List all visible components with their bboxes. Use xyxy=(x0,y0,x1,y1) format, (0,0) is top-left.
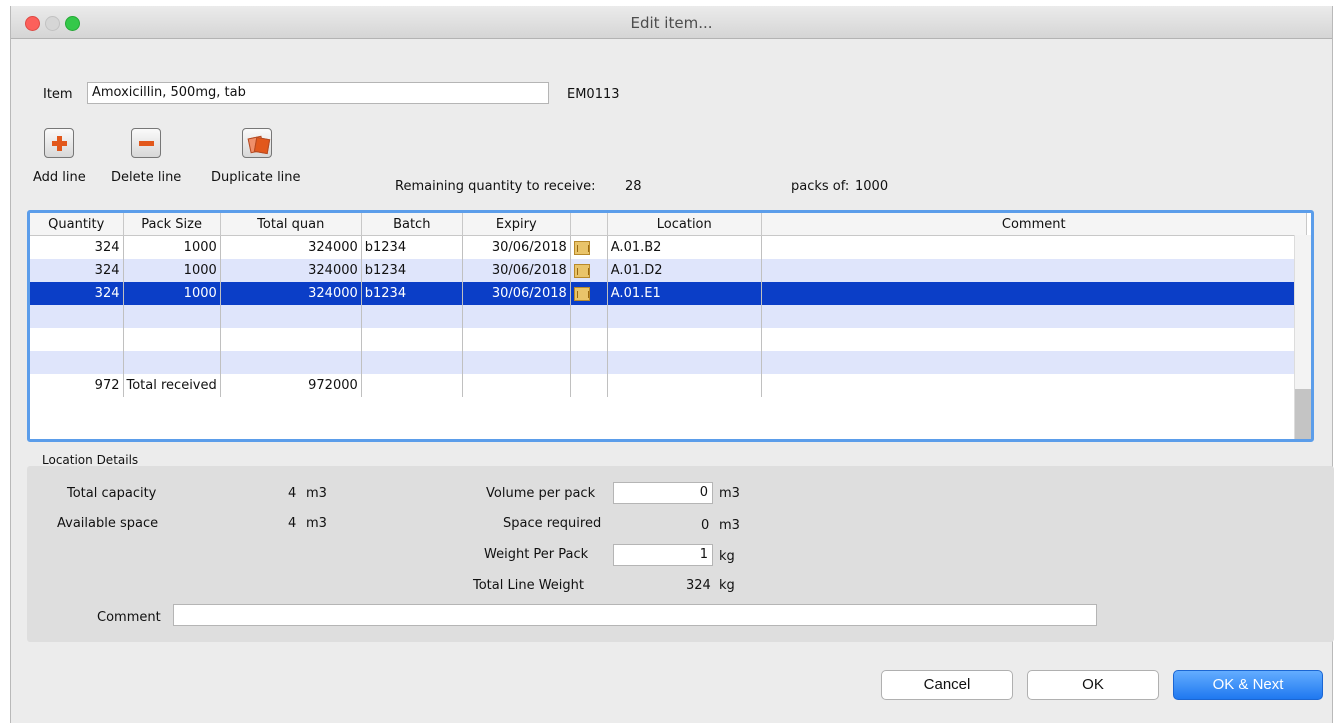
calendar-icon[interactable] xyxy=(573,286,590,301)
cell-quantity[interactable]: 324 xyxy=(30,282,124,305)
weight-per-pack-unit: kg xyxy=(719,549,735,564)
space-required-unit: m3 xyxy=(719,518,740,533)
total-capacity-label: Total capacity xyxy=(67,486,157,501)
available-space-value: 4 xyxy=(288,516,297,531)
remaining-quantity-label: Remaining quantity to receive: xyxy=(395,179,596,194)
volume-per-pack-unit: m3 xyxy=(719,486,740,501)
calendar-icon[interactable] xyxy=(573,263,590,278)
available-space-unit: m3 xyxy=(306,516,327,531)
space-required-label: Space required xyxy=(503,516,602,531)
column-header-batch[interactable]: Batch xyxy=(361,213,463,236)
column-header-quantity[interactable]: Quantity xyxy=(30,213,124,236)
column-header-pack-size[interactable]: Pack Size xyxy=(123,213,221,236)
weight-per-pack-field[interactable]: 1 xyxy=(613,544,713,566)
cell-calendar[interactable] xyxy=(570,259,608,282)
plus-icon xyxy=(44,128,74,158)
minus-icon xyxy=(131,128,161,158)
total-received-label: Total received xyxy=(123,374,221,397)
cell-expiry[interactable]: 30/06/2018 xyxy=(462,259,571,282)
packs-of-label: packs of: xyxy=(791,179,850,194)
comment-field[interactable] xyxy=(173,604,1097,626)
cell-calendar[interactable] xyxy=(570,235,608,259)
duplicate-line-label: Duplicate line xyxy=(211,170,301,185)
cell-pack-size[interactable]: 1000 xyxy=(123,235,221,259)
remaining-quantity-value: 28 xyxy=(625,179,642,194)
total-line-weight-unit: kg xyxy=(719,578,735,593)
column-header-location[interactable]: Location xyxy=(607,213,762,236)
cell-batch[interactable]: b1234 xyxy=(361,282,463,305)
totals-row: 972 Total received 972000 xyxy=(30,374,1307,397)
total-quantity: 972 xyxy=(30,374,124,397)
cell-total: 324000 xyxy=(220,282,362,305)
item-label: Item xyxy=(43,87,73,102)
cell-location[interactable]: A.01.E1 xyxy=(607,282,762,305)
table-row-empty[interactable] xyxy=(30,305,1307,328)
total-capacity-unit: m3 xyxy=(306,486,327,501)
cell-total: 324000 xyxy=(220,259,362,282)
cell-batch[interactable]: b1234 xyxy=(361,259,463,282)
table-vertical-scrollbar[interactable] xyxy=(1294,235,1311,439)
table-row[interactable]: 324 1000 324000 b1234 30/06/2018 A.01.B2 xyxy=(30,235,1307,259)
cell-comment[interactable] xyxy=(761,282,1307,305)
table-row-empty[interactable] xyxy=(30,328,1307,351)
packs-of-value: 1000 xyxy=(855,179,889,194)
cell-expiry[interactable]: 30/06/2018 xyxy=(462,235,571,259)
item-name-field[interactable]: Amoxicillin, 500mg, tab xyxy=(87,82,549,104)
cell-location[interactable]: A.01.B2 xyxy=(607,235,762,259)
cancel-button[interactable]: Cancel xyxy=(881,670,1013,700)
comment-label: Comment xyxy=(97,610,161,625)
space-required-value: 0 xyxy=(701,518,710,533)
cell-comment[interactable] xyxy=(761,259,1307,282)
cell-quantity[interactable]: 324 xyxy=(30,259,124,282)
cell-expiry[interactable]: 30/06/2018 xyxy=(462,282,571,305)
total-line-weight-label: Total Line Weight xyxy=(473,578,585,593)
total-capacity-value: 4 xyxy=(288,486,297,501)
ok-and-next-button[interactable]: OK & Next xyxy=(1173,670,1323,700)
cell-pack-size[interactable]: 1000 xyxy=(123,259,221,282)
window-title: Edit item... xyxy=(630,14,713,32)
scrollbar-thumb[interactable] xyxy=(1295,389,1311,439)
add-line-label: Add line xyxy=(33,170,86,185)
column-header-calendar[interactable] xyxy=(570,213,608,236)
table-header: Quantity Pack Size Total quan Batch Expi… xyxy=(30,213,1307,236)
table-row-selected[interactable]: 324 1000 324000 b1234 30/06/2018 A.01.E1 xyxy=(30,282,1307,305)
cell-calendar[interactable] xyxy=(570,282,608,305)
item-code: EM0113 xyxy=(567,87,620,102)
weight-per-pack-label: Weight Per Pack xyxy=(484,547,589,562)
volume-per-pack-label: Volume per pack xyxy=(486,486,596,501)
table-row-empty[interactable] xyxy=(30,351,1307,374)
column-header-expiry[interactable]: Expiry xyxy=(462,213,571,236)
receive-lines-table[interactable]: Quantity Pack Size Total quan Batch Expi… xyxy=(27,210,1314,442)
available-space-label: Available space xyxy=(57,516,159,531)
total-received-value: 972000 xyxy=(220,374,362,397)
cell-pack-size[interactable]: 1000 xyxy=(123,282,221,305)
lines-grid: Quantity Pack Size Total quan Batch Expi… xyxy=(30,213,1307,397)
cell-batch[interactable]: b1234 xyxy=(361,235,463,259)
table-row[interactable]: 324 1000 324000 b1234 30/06/2018 A.01.D2 xyxy=(30,259,1307,282)
calendar-icon[interactable] xyxy=(573,240,590,255)
cell-location[interactable]: A.01.D2 xyxy=(607,259,762,282)
total-line-weight-value: 324 xyxy=(686,578,711,593)
edit-item-window: Edit item... Item Amoxicillin, 500mg, ta… xyxy=(10,6,1334,723)
volume-per-pack-field[interactable]: 0 xyxy=(613,482,713,504)
duplicate-icon xyxy=(242,128,272,158)
location-details-heading: Location Details xyxy=(42,453,139,467)
cell-quantity[interactable]: 324 xyxy=(30,235,124,259)
cell-total: 324000 xyxy=(220,235,362,259)
delete-line-label: Delete line xyxy=(111,170,182,185)
title-bar[interactable]: Edit item... xyxy=(11,6,1332,39)
ok-button[interactable]: OK xyxy=(1027,670,1159,700)
cell-comment[interactable] xyxy=(761,235,1307,259)
column-header-total-quantity[interactable]: Total quan xyxy=(220,213,362,236)
column-header-comment[interactable]: Comment xyxy=(761,213,1307,236)
